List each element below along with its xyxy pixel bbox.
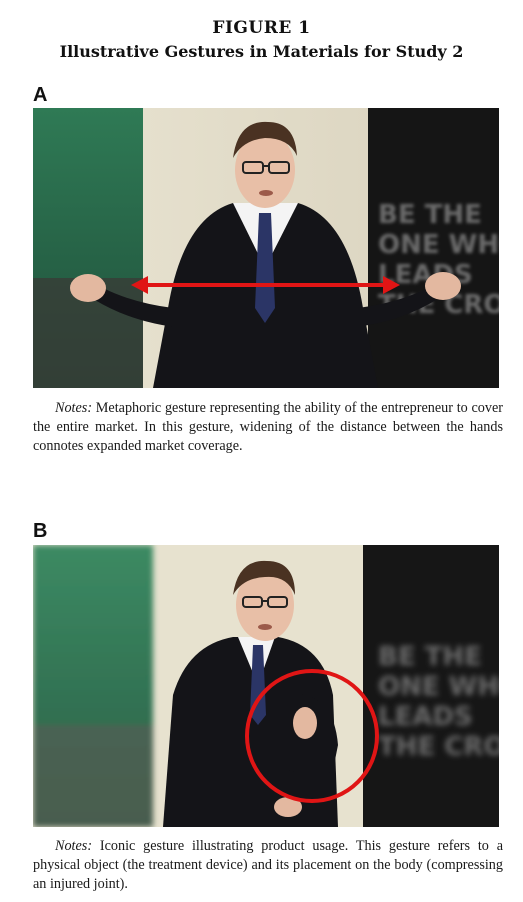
figure-label: FIGURE 1 (212, 18, 311, 38)
figure-title: Illustrative Gestures in Materials for S… (59, 42, 464, 61)
banner-text-line: ONE WHO (378, 672, 499, 702)
panel-a-notes: Notes: Metaphoric gesture representing t… (33, 399, 503, 456)
panel-b-letter: B (33, 520, 48, 542)
speaker-iconic-gesture-image: BE THE ONE WHO LEADS THE CROW (33, 545, 499, 827)
banner-text-line: LEADS (378, 702, 473, 732)
panel-b-photo: BE THE ONE WHO LEADS THE CROW (33, 545, 499, 827)
banner-text-line: ONE WHO (378, 230, 499, 260)
banner-text-line: BE THE (378, 642, 482, 672)
notes-label: Notes: (55, 400, 93, 416)
banner-text-line: THE CROW (378, 732, 499, 762)
panel-b-notes: Notes: Iconic gesture illustrating produ… (33, 837, 503, 894)
banner-text-line: BE THE (378, 200, 482, 230)
speaker-wide-gesture-image: BE THE ONE WHO LEADS THE CROW (33, 108, 499, 388)
panel-a-photo: BE THE ONE WHO LEADS THE CROW (33, 108, 499, 388)
notes-text: Metaphoric gesture representing the abil… (33, 400, 503, 454)
notes-text: Iconic gesture illustrating product usag… (33, 838, 503, 892)
panel-a-letter: A (33, 84, 48, 106)
notes-label: Notes: (55, 838, 93, 854)
